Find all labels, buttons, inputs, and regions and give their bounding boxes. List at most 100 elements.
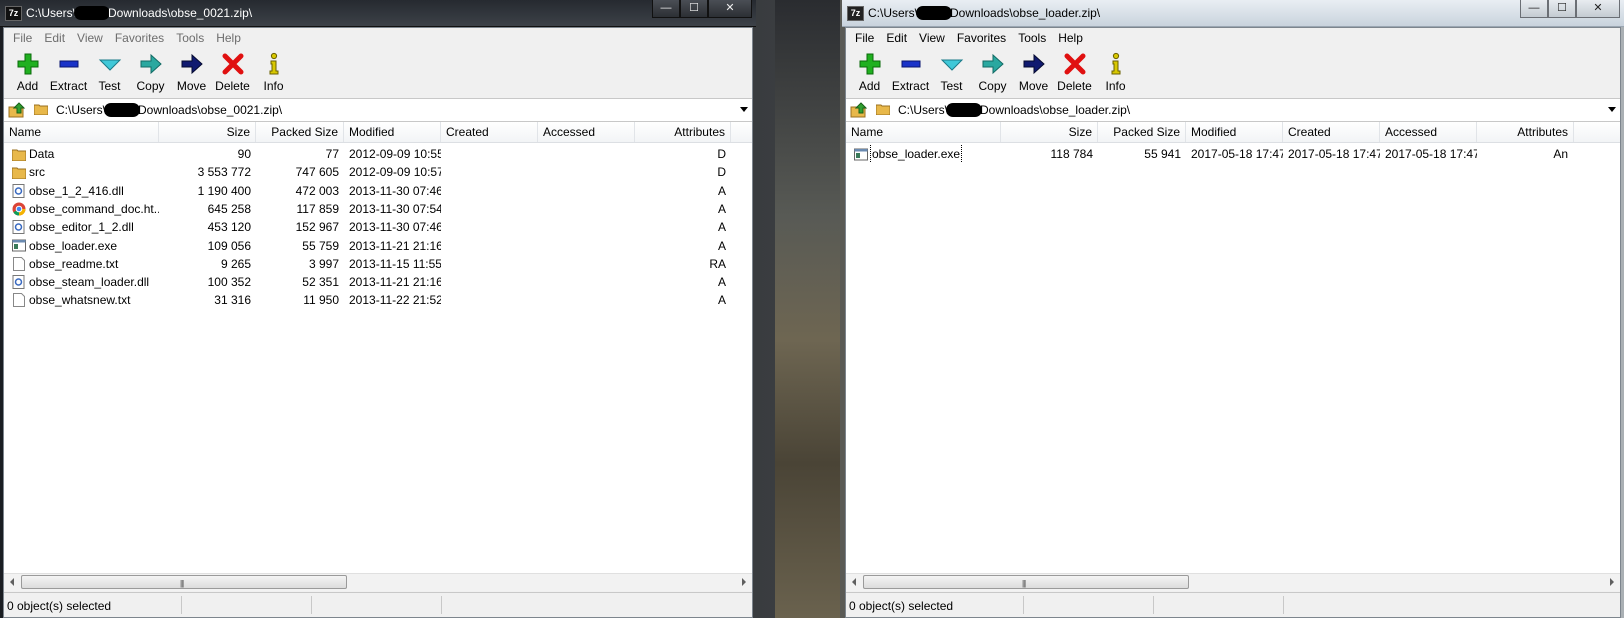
minimize-button[interactable]: — <box>1520 0 1548 18</box>
scroll-thumb[interactable]: ||| <box>21 575 347 589</box>
cell-modified: 2013-11-15 11:55 <box>349 256 441 271</box>
cell-packed-size: 472 003 <box>295 183 339 198</box>
info-button[interactable]: Info <box>253 48 294 96</box>
horizontal-scrollbar[interactable]: ||| <box>846 573 1620 591</box>
menu-view[interactable]: View <box>913 28 951 48</box>
table-row[interactable]: obse_whatsnew.txt 31 316 11 950 2013-11-22 … <box>4 291 752 309</box>
column-name[interactable]: Name <box>846 122 1001 142</box>
cell-packed-size: 55 941 <box>1144 147 1181 161</box>
cell-name: Data <box>4 145 159 163</box>
menu-favorites[interactable]: Favorites <box>951 28 1012 48</box>
cell-name: obse_loader.exe <box>846 145 1001 163</box>
cell-attributes: A <box>717 201 726 216</box>
extract-button[interactable]: Extract <box>890 48 931 96</box>
title-bar[interactable]: 7z C:\Users\ Downloads\obse_loader.zip\ —… <box>842 0 1624 27</box>
chevron-down-icon[interactable] <box>1608 107 1616 112</box>
delete-button[interactable]: Delete <box>212 48 253 96</box>
address-bar[interactable]: C:\Users\ Downloads\obse_loader.zip\ <box>846 98 1620 122</box>
up-folder-icon[interactable] <box>850 101 868 119</box>
scroll-right-arrow-icon[interactable] <box>742 578 746 586</box>
file-name: obse_loader.exe <box>869 145 963 163</box>
copy-button[interactable]: Copy <box>972 48 1013 96</box>
cell-name: obse_steam_loader.dll <box>4 273 159 291</box>
plus-icon <box>857 51 883 77</box>
table-row[interactable]: obse_loader.exe 118 784 55 941 2017-05-18 1… <box>846 145 1620 163</box>
menu-help[interactable]: Help <box>1052 28 1089 48</box>
column-attributes[interactable]: Attributes <box>1477 122 1574 142</box>
table-row[interactable]: obse_loader.exe 109 056 55 759 2013-11-21 2… <box>4 237 752 255</box>
scroll-left-arrow-icon[interactable] <box>852 578 856 586</box>
horizontal-scrollbar[interactable]: ||| <box>4 573 752 591</box>
table-row[interactable]: obse_readme.txt 9 265 3 997 2013-11-15 11:5… <box>4 255 752 273</box>
menu-favorites[interactable]: Favorites <box>109 28 170 48</box>
menu-tools[interactable]: Tools <box>170 28 210 48</box>
cell-modified: 2013-11-21 21:16 <box>349 238 441 253</box>
menu-file[interactable]: File <box>849 28 880 48</box>
menu-edit[interactable]: Edit <box>880 28 913 48</box>
delete-label: Delete <box>215 79 250 93</box>
scroll-thumb[interactable]: ||| <box>863 575 1189 589</box>
cell-attributes: A <box>717 183 726 198</box>
window-frame: File Edit View Favorites Tools Help Add … <box>845 27 1621 618</box>
add-button[interactable]: Add <box>7 48 48 96</box>
copy-button[interactable]: Copy <box>130 48 171 96</box>
file-list[interactable]: Name Size Packed Size Modified Created A… <box>846 122 1620 573</box>
menu-view[interactable]: View <box>71 28 109 48</box>
column-created[interactable]: Created <box>441 122 538 142</box>
add-label: Add <box>16 79 39 93</box>
chevron-down-icon[interactable] <box>740 107 748 112</box>
redacted-mark <box>104 103 141 117</box>
status-selection: 0 object(s) selected <box>849 599 954 613</box>
minimize-button[interactable]: — <box>652 0 680 18</box>
column-created[interactable]: Created <box>1283 122 1380 142</box>
move-button[interactable]: Move <box>1013 48 1054 96</box>
menu-help[interactable]: Help <box>210 28 247 48</box>
test-button[interactable]: Test <box>89 48 130 96</box>
menu-tools[interactable]: Tools <box>1012 28 1052 48</box>
maximize-button[interactable]: ☐ <box>680 0 708 18</box>
test-button[interactable]: Test <box>931 48 972 96</box>
add-button[interactable]: Add <box>849 48 890 96</box>
column-size[interactable]: Size <box>1001 122 1098 142</box>
file-list[interactable]: Name Size Packed Size Modified Created A… <box>4 122 752 573</box>
column-packed-size[interactable]: Packed Size <box>1098 122 1186 142</box>
column-modified[interactable]: Modified <box>344 122 441 142</box>
folder-icon <box>12 147 26 161</box>
cell-created: 2017-05-18 17:47 <box>1288 147 1380 161</box>
column-modified[interactable]: Modified <box>1186 122 1283 142</box>
move-button[interactable]: Move <box>171 48 212 96</box>
column-headers: Name Size Packed Size Modified Created A… <box>4 122 752 143</box>
address-bar[interactable]: C:\Users\ Downloads\obse_0021.zip\ <box>4 98 752 122</box>
cell-created <box>441 218 538 236</box>
maximize-button[interactable]: ☐ <box>1548 0 1576 18</box>
close-button[interactable]: ✕ <box>708 0 752 18</box>
cell-attributes: An <box>1553 147 1568 161</box>
close-button[interactable]: ✕ <box>1576 0 1620 18</box>
column-accessed[interactable]: Accessed <box>538 122 635 142</box>
table-row[interactable]: obse_command_doc.ht... 645 258 117 859 2013… <box>4 200 752 218</box>
table-row[interactable]: src 3 553 772 747 605 2012-09-09 10:57 D <box>4 163 752 181</box>
scroll-left-arrow-icon[interactable] <box>10 578 14 586</box>
extract-button[interactable]: Extract <box>48 48 89 96</box>
table-row[interactable]: obse_1_2_416.dll 1 190 400 472 003 2013-11-… <box>4 182 752 200</box>
cell-modified: 2012-09-09 10:55 <box>349 147 441 161</box>
table-row[interactable]: obse_steam_loader.dll 100 352 52 351 2013-1… <box>4 273 752 291</box>
column-size[interactable]: Size <box>159 122 256 142</box>
address-path: C:\Users\ Downloads\obse_0021.zip\ <box>56 103 282 117</box>
table-row[interactable]: obse_editor_1_2.dll 453 120 152 967 2013-11… <box>4 218 752 236</box>
cell-accessed <box>538 255 635 273</box>
up-folder-icon[interactable] <box>8 101 26 119</box>
scroll-right-arrow-icon[interactable] <box>1610 578 1614 586</box>
cell-size: 3 553 772 <box>197 165 251 180</box>
column-packed-size[interactable]: Packed Size <box>256 122 344 142</box>
table-row[interactable]: Data 90 77 2012-09-09 10:55 D <box>4 145 752 163</box>
delete-button[interactable]: Delete <box>1054 48 1095 96</box>
title-bar[interactable]: 7z C:\Users\ Downloads\obse_0021.zip\ — ☐… <box>0 0 756 27</box>
info-button[interactable]: Info <box>1095 48 1136 96</box>
cell-modified: 2013-11-21 21:16 <box>349 275 441 290</box>
column-attributes[interactable]: Attributes <box>635 122 731 142</box>
column-accessed[interactable]: Accessed <box>1380 122 1477 142</box>
column-name[interactable]: Name <box>4 122 159 142</box>
menu-edit[interactable]: Edit <box>38 28 71 48</box>
menu-file[interactable]: File <box>7 28 38 48</box>
